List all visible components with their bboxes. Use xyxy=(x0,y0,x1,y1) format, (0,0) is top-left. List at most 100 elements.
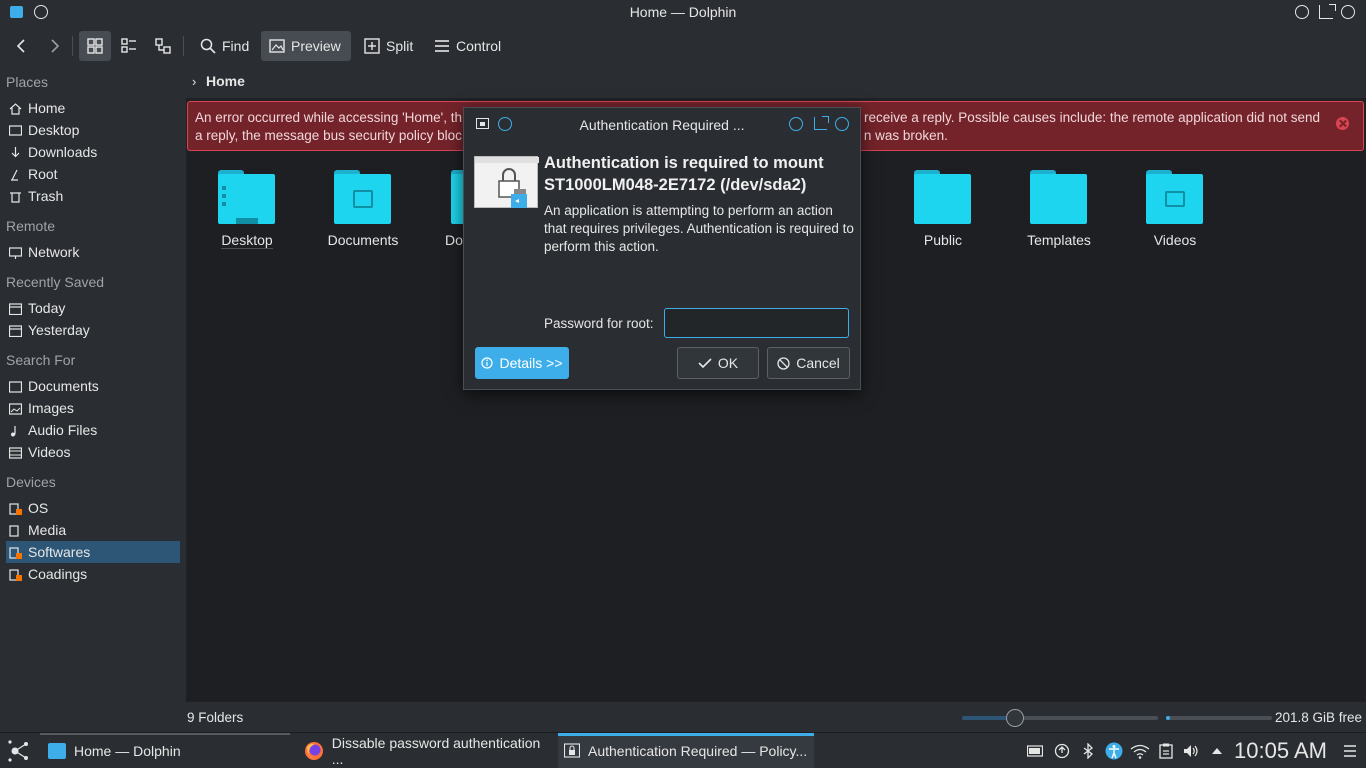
panel-menu-icon[interactable] xyxy=(1342,743,1358,759)
cancel-icon xyxy=(777,356,790,370)
folder-label: Templates xyxy=(1027,232,1091,248)
taskbar: Home — Dolphin Dissable password authent… xyxy=(0,732,1366,768)
update-notifier-icon[interactable] xyxy=(1054,743,1070,759)
dialog-close-icon[interactable] xyxy=(835,117,849,131)
sidebar-item-desktop[interactable]: Desktop xyxy=(6,119,180,141)
details-button[interactable]: Details >> xyxy=(475,347,569,379)
sidebar-item-device-softwares[interactable]: Softwares xyxy=(6,541,180,563)
sidebar-item-home[interactable]: Home xyxy=(6,97,180,119)
close-icon[interactable] xyxy=(1341,5,1355,19)
bluetooth-icon[interactable] xyxy=(1080,743,1096,759)
ok-button[interactable]: OK xyxy=(677,347,759,379)
clipboard-icon[interactable] xyxy=(1158,743,1174,759)
task-firefox[interactable]: Dissable password authentication ... xyxy=(298,733,553,768)
image-icon xyxy=(8,402,23,415)
accessibility-icon[interactable] xyxy=(1105,742,1123,760)
folder-label: Do xyxy=(445,232,463,248)
chevron-right-icon[interactable]: › xyxy=(192,74,196,89)
minimize-icon[interactable] xyxy=(1295,5,1309,19)
lock-icon xyxy=(474,156,539,208)
calendar-icon xyxy=(8,302,23,316)
sidebar-item-search-audio[interactable]: Audio Files xyxy=(6,419,180,441)
task-label: Authentication Required — Policy... xyxy=(588,743,808,759)
find-button[interactable]: Find xyxy=(192,31,257,61)
folder-item[interactable]: Do xyxy=(429,168,463,248)
lock-task-icon xyxy=(564,743,580,758)
sidebar-item-device-media[interactable]: Media xyxy=(6,519,180,541)
calendar-icon xyxy=(8,324,23,338)
desktop-icon xyxy=(8,124,23,136)
search-header: Search For xyxy=(6,352,76,368)
drive-icon xyxy=(9,568,22,581)
sidebar-item-device-coadings[interactable]: Coadings xyxy=(6,563,180,585)
tray-expand-icon[interactable] xyxy=(1209,743,1225,759)
split-label: Split xyxy=(386,38,414,54)
zoom-slider-handle[interactable] xyxy=(1006,709,1024,727)
folder-item[interactable]: Templates xyxy=(1009,168,1109,248)
password-label: Password for root: xyxy=(544,316,654,331)
folder-item[interactable]: Documents xyxy=(313,168,413,248)
disk-usage-bar xyxy=(1166,716,1272,720)
trash-icon xyxy=(9,190,22,203)
download-icon xyxy=(9,146,22,158)
task-dolphin[interactable]: Home — Dolphin xyxy=(40,733,290,768)
dialog-maximize-icon[interactable] xyxy=(814,116,829,130)
close-error-icon[interactable] xyxy=(1336,117,1349,130)
downloads-folder-icon xyxy=(451,168,463,224)
digital-clock[interactable]: 10:05 AM xyxy=(1234,738,1327,764)
split-button[interactable]: Split xyxy=(356,31,421,61)
control-label: Control xyxy=(456,38,502,54)
music-note-icon xyxy=(9,424,22,437)
recent-header: Recently Saved xyxy=(6,274,105,290)
sidebar-item-network[interactable]: Network xyxy=(6,241,180,263)
back-button[interactable] xyxy=(6,31,36,61)
tree-view-icon xyxy=(155,38,171,54)
preview-button[interactable]: Preview xyxy=(261,31,351,61)
sidebar-item-today[interactable]: Today xyxy=(6,297,180,319)
control-menu-button[interactable]: Control xyxy=(426,31,509,61)
task-authentication[interactable]: Authentication Required — Policy... xyxy=(558,733,814,768)
home-icon xyxy=(9,102,22,115)
cancel-label: Cancel xyxy=(796,355,840,371)
cancel-button[interactable]: Cancel xyxy=(767,347,850,379)
sidebar-item-search-documents[interactable]: Documents xyxy=(6,375,180,397)
battery-icon[interactable] xyxy=(1027,743,1043,759)
folder-item[interactable]: Public xyxy=(893,168,993,248)
devices-header: Devices xyxy=(6,474,56,490)
sidebar-item-search-images[interactable]: Images xyxy=(6,397,180,419)
search-icon xyxy=(200,38,216,54)
find-label: Find xyxy=(222,38,250,54)
dialog-titlebar: Authentication Required ... xyxy=(464,108,860,140)
sidebar-item-root[interactable]: Root xyxy=(6,163,180,185)
sidebar-item-device-os[interactable]: OS xyxy=(6,497,180,519)
folder-item[interactable]: Videos xyxy=(1125,168,1225,248)
folder-item[interactable]: Desktop xyxy=(197,168,297,249)
hamburger-menu-icon xyxy=(435,40,449,52)
folder-count: 9 Folders xyxy=(187,710,244,725)
status-bar: 9 Folders 201.8 GiB free xyxy=(186,702,1366,732)
window-title: Home — Dolphin xyxy=(629,4,737,20)
forward-button[interactable] xyxy=(40,31,70,61)
details-view-button[interactable] xyxy=(147,31,179,61)
wifi-icon[interactable] xyxy=(1130,743,1150,759)
drive-icon xyxy=(9,524,22,537)
application-launcher-icon[interactable] xyxy=(6,739,30,763)
sidebar-item-downloads[interactable]: Downloads xyxy=(6,141,180,163)
drive-icon xyxy=(9,546,22,559)
volume-icon[interactable] xyxy=(1183,743,1199,759)
compact-view-button[interactable] xyxy=(113,31,145,61)
remote-header: Remote xyxy=(6,218,56,234)
sidebar-item-trash[interactable]: Trash xyxy=(6,185,180,207)
window-titlebar: Home — Dolphin xyxy=(0,0,1366,26)
grid-icon xyxy=(87,38,103,54)
sidebar-item-yesterday[interactable]: Yesterday xyxy=(6,319,180,341)
icons-view-button[interactable] xyxy=(79,31,111,61)
maximize-icon[interactable] xyxy=(1319,4,1336,19)
dialog-heading: Authentication is required to mount ST10… xyxy=(544,154,824,194)
folder-label: Videos xyxy=(1153,232,1197,248)
zoom-slider[interactable] xyxy=(962,709,1158,727)
dialog-minimize-icon[interactable] xyxy=(789,117,803,131)
password-input[interactable] xyxy=(664,308,849,338)
breadcrumb-home[interactable]: Home xyxy=(206,73,245,89)
sidebar-item-search-videos[interactable]: Videos xyxy=(6,441,180,463)
